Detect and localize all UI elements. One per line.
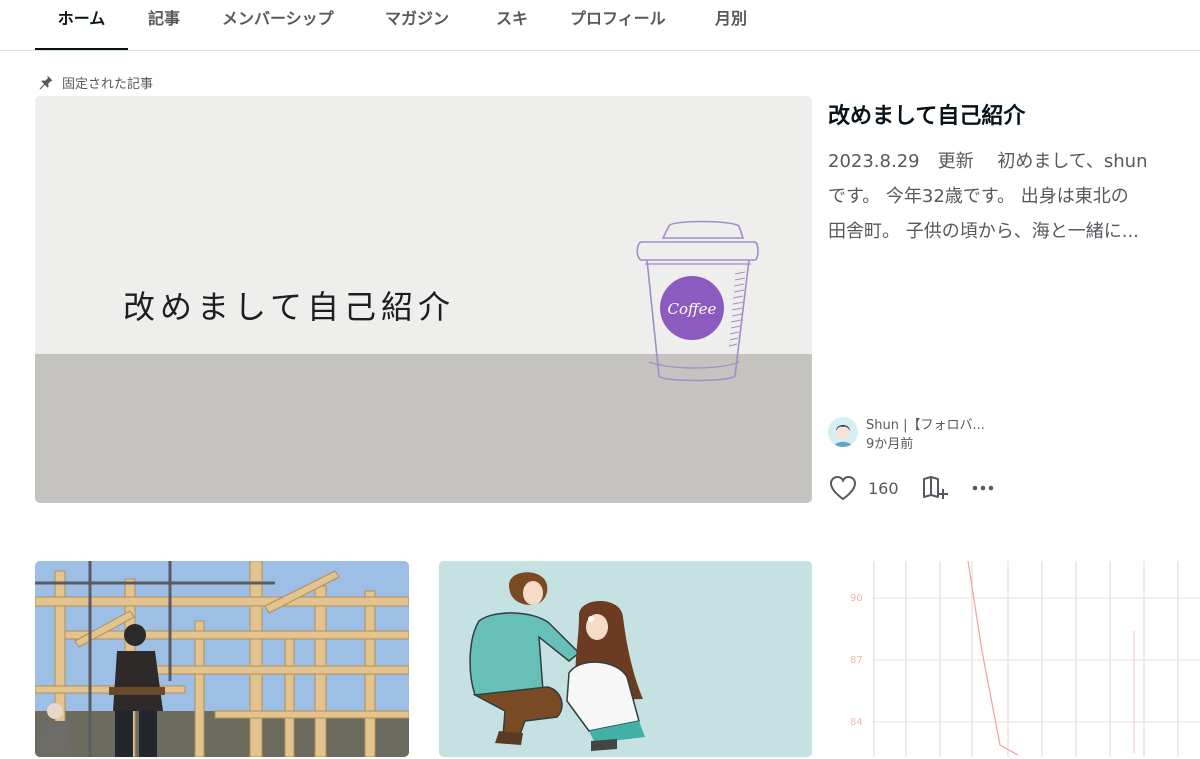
tab-articles[interactable]: 記事: [148, 0, 180, 49]
tab-membership[interactable]: メンバーシップ: [222, 0, 334, 49]
tab-monthly[interactable]: 月別: [715, 0, 747, 49]
magazine-add-icon: [922, 476, 948, 499]
pinned-article-excerpt: 2023.8.29 更新 初めまして、shun です。 今年32歳です。 出身は…: [828, 144, 1200, 249]
tab-home[interactable]: ホーム: [35, 0, 128, 50]
pin-icon: [38, 74, 54, 90]
pinned-label: 固定された記事: [38, 72, 153, 92]
hero-image-text: 改めまして自己紹介: [123, 288, 456, 326]
chart-thumbnail: 90 87 84: [842, 561, 1200, 757]
pinned-article-image[interactable]: 改めまして自己紹介 Coffee: [35, 96, 812, 503]
cup-label: Coffee: [668, 300, 717, 318]
author-name[interactable]: Shun |【フォロバ...: [866, 416, 985, 435]
article-card-thumbnail[interactable]: [35, 561, 409, 757]
post-time: 9か月前: [866, 437, 914, 452]
author-info: Shun |【フォロバ... 9か月前: [828, 416, 985, 454]
like-button[interactable]: [828, 473, 858, 503]
profile-tab-bar: ホーム 記事 メンバーシップ マガジン スキ プロフィール 月別: [0, 0, 1200, 51]
chart-tick-label: 87: [850, 655, 863, 666]
couple-illustration: [439, 561, 812, 757]
chart-tick-label: 84: [850, 717, 863, 728]
tab-magazine[interactable]: マガジン: [385, 0, 449, 49]
pinned-article-title[interactable]: 改めまして自己紹介: [828, 98, 1025, 130]
chart-tick-label: 90: [850, 593, 863, 604]
excerpt-line: 2023.8.29 更新 初めまして、shun: [828, 151, 1148, 172]
avatar[interactable]: [828, 417, 858, 447]
heart-icon: [829, 475, 857, 501]
more-icon: [972, 485, 993, 491]
construction-photo: [35, 561, 409, 757]
article-card-thumbnail[interactable]: [439, 561, 812, 757]
pinned-label-text: 固定された記事: [62, 76, 154, 92]
tab-likes[interactable]: スキ: [496, 0, 528, 49]
like-count: 160: [868, 478, 899, 498]
article-actions: 160: [828, 472, 995, 504]
tab-profile[interactable]: プロフィール: [570, 0, 666, 49]
add-to-magazine-button[interactable]: [921, 475, 949, 501]
excerpt-line: です。 今年32歳です。 出身は東北の: [828, 186, 1129, 207]
more-options-button[interactable]: [971, 478, 995, 498]
article-card-thumbnail[interactable]: 90 87 84: [842, 561, 1200, 757]
excerpt-line: 田舎町。 子供の頃から、海と一緒に...: [828, 221, 1139, 242]
coffee-cup-icon: Coffee: [636, 220, 759, 382]
